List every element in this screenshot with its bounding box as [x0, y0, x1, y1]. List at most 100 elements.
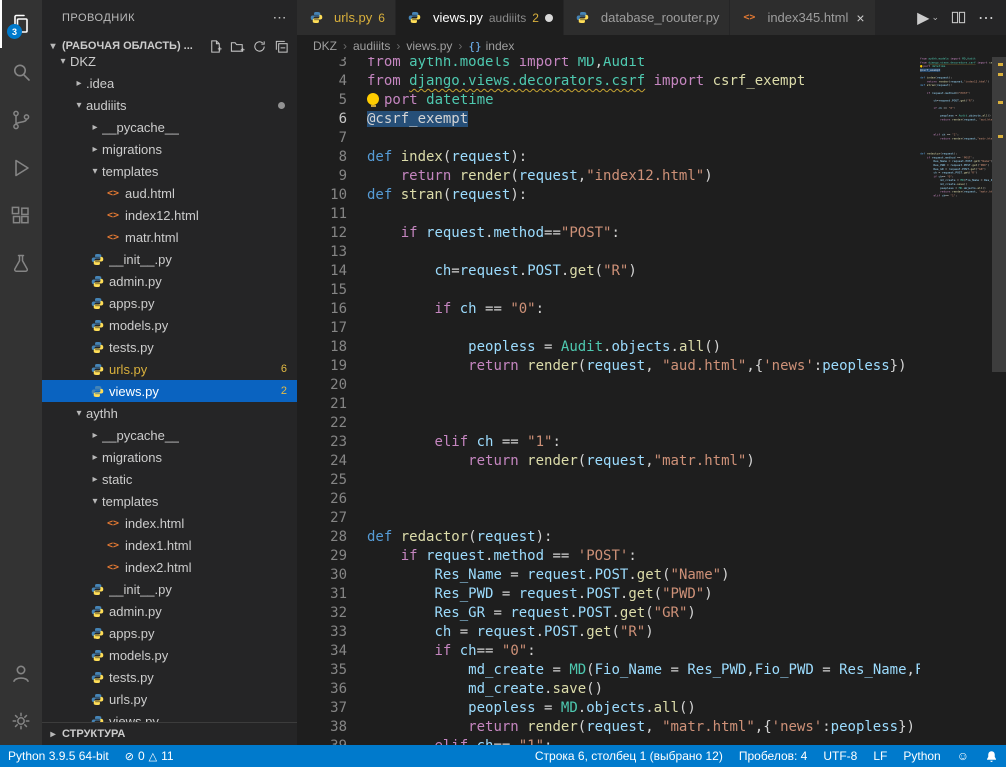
lightbulb-icon[interactable] [920, 65, 922, 67]
tree-item-__pycache__[interactable]: ▸__pycache__ [42, 116, 297, 138]
new-file-button[interactable] [208, 39, 223, 54]
activity-account[interactable] [0, 649, 42, 697]
tree-item-templates[interactable]: ▾templates [42, 490, 297, 512]
tree-item-index.html[interactable]: <>index.html [42, 512, 297, 534]
tree-item-index2.html[interactable]: <>index2.html [42, 556, 297, 578]
activity-settings[interactable] [0, 697, 42, 745]
tree-item-admin.py[interactable]: admin.py [42, 270, 297, 292]
status-python-interpreter[interactable]: Python 3.9.5 64-bit [0, 745, 117, 767]
collapse-folders-button[interactable] [274, 39, 289, 54]
code-line-29[interactable]: 29 if request.method == 'POST': [297, 547, 920, 566]
code-line-17[interactable]: 17 [297, 319, 920, 338]
status-notifications[interactable] [977, 745, 1006, 767]
tree-item-apps.py[interactable]: apps.py [42, 622, 297, 644]
activity-extensions[interactable] [0, 192, 42, 240]
tree-item-tests.py[interactable]: tests.py [42, 336, 297, 358]
lightbulb-icon[interactable] [367, 93, 379, 105]
code-line-3[interactable]: 3from aythh.models import MD,Audit [297, 57, 920, 72]
status-encoding[interactable]: UTF-8 [815, 745, 865, 767]
code-line-24[interactable]: 24 return render(request,"matr.html") [297, 452, 920, 471]
tree-item-__init__.py[interactable]: __init__.py [42, 248, 297, 270]
code-line-18[interactable]: 18 peopless = Audit.objects.all() [297, 338, 920, 357]
code-line-12[interactable]: 12 if request.method=="POST": [297, 224, 920, 243]
tab-urls.py[interactable]: urls.py6 [297, 0, 396, 35]
code-line-32[interactable]: 32 Res_GR = request.POST.get("GR") [297, 604, 920, 623]
activity-explorer[interactable]: 3 [0, 0, 42, 48]
activity-search[interactable] [0, 48, 42, 96]
code-line-38[interactable]: 38 return render(request, "matr.html",{'… [297, 718, 920, 737]
breadcrumb-item-index[interactable]: {}index [468, 39, 514, 53]
vertical-scrollbar[interactable] [992, 57, 1006, 745]
status-feedback[interactable]: ☺ [949, 745, 977, 767]
tree-item-.idea[interactable]: ▸.idea [42, 72, 297, 94]
tree-item-DKZ[interactable]: ▾DKZ [42, 57, 297, 72]
tree-item-apps.py[interactable]: apps.py [42, 292, 297, 314]
tree-item-index12.html[interactable]: <>index12.html [42, 204, 297, 226]
code-line-8[interactable]: 8def index(request): [297, 148, 920, 167]
tree-item-models.py[interactable]: models.py [42, 644, 297, 666]
tree-item-migrations[interactable]: ▸migrations [42, 138, 297, 160]
tree-item-templates[interactable]: ▾templates [42, 160, 297, 182]
close-icon[interactable]: × [854, 10, 864, 26]
breadcrumb-item-views.py[interactable]: views.py [406, 39, 452, 53]
code-line-33[interactable]: 33 ch = request.POST.get("R") [297, 623, 920, 642]
code-line-6[interactable]: 6@csrf_exempt [297, 110, 920, 129]
code-line-35[interactable]: 35 md_create = MD(Fio_Name = Res_PWD,Fio… [297, 661, 920, 680]
tree-item-views.py[interactable]: views.py2 [42, 380, 297, 402]
code-line-36[interactable]: 36 md_create.save() [297, 680, 920, 699]
views-and-more-actions-button[interactable]: ⋯ [273, 9, 288, 26]
tree-item-admin.py[interactable]: admin.py [42, 600, 297, 622]
activity-run-debug[interactable] [0, 144, 42, 192]
tree-item-__init__.py[interactable]: __init__.py [42, 578, 297, 600]
code-line-25[interactable]: 25 [297, 471, 920, 490]
breadcrumb-item-DKZ[interactable]: DKZ [313, 39, 337, 53]
tree-item-aud.html[interactable]: <>aud.html [42, 182, 297, 204]
split-editor-button[interactable] [951, 10, 966, 25]
code-line-9[interactable]: 9 return render(request,"index12.html") [297, 167, 920, 186]
code-line-22[interactable]: 22 [297, 414, 920, 433]
tree-item-aythh[interactable]: ▾aythh [42, 402, 297, 424]
code-line-10[interactable]: 10def stran(request): [297, 186, 920, 205]
status-problems[interactable]: ⊘0△11 [117, 745, 182, 767]
code-line-23[interactable]: 23 elif ch == "1": [297, 433, 920, 452]
status-indentation[interactable]: Пробелов: 4 [731, 745, 816, 767]
code-line-21[interactable]: 21 [297, 395, 920, 414]
tree-item-urls.py[interactable]: urls.py6 [42, 358, 297, 380]
code-line-5[interactable]: 5port datetime [297, 91, 920, 110]
tree-item-migrations[interactable]: ▸migrations [42, 446, 297, 468]
tree-item-matr.html[interactable]: <>matr.html [42, 226, 297, 248]
code-line-7[interactable]: 7 [297, 129, 920, 148]
tree-item-views.py[interactable]: views.py [42, 710, 297, 722]
refresh-button[interactable] [252, 39, 267, 54]
tab-database_roouter.py[interactable]: database_roouter.py [564, 0, 731, 35]
scrollbar-slider[interactable] [992, 57, 1006, 372]
tree-item-urls.py[interactable]: urls.py [42, 688, 297, 710]
code-editor[interactable]: 3from aythh.models import MD,Audit4from … [297, 57, 920, 745]
tree-item-models.py[interactable]: models.py [42, 314, 297, 336]
code-line-13[interactable]: 13 [297, 243, 920, 262]
code-line-31[interactable]: 31 Res_PWD = request.POST.get("PWD") [297, 585, 920, 604]
breadcrumb-item-audiiits[interactable]: audiiits [353, 39, 390, 53]
more-actions-button[interactable]: ⋯ [978, 8, 994, 28]
tab-index345.html[interactable]: <>index345.html× [730, 0, 875, 35]
code-line-14[interactable]: 14 ch=request.POST.get("R") [297, 262, 920, 281]
code-line-20[interactable]: 20 [297, 376, 920, 395]
code-line-28[interactable]: 28def redactor(request): [297, 528, 920, 547]
code-line-16[interactable]: 16 if ch == "0": [297, 300, 920, 319]
code-line-15[interactable]: 15 [297, 281, 920, 300]
outline-section-header[interactable]: ▸ СТРУКТУРА [42, 722, 297, 745]
tab-views.py[interactable]: views.pyaudiiits2 [396, 0, 564, 35]
tree-item-audiiits[interactable]: ▾audiiits [42, 94, 297, 116]
activity-source-control[interactable] [0, 96, 42, 144]
tree-item-static[interactable]: ▸static [42, 468, 297, 490]
status-eol[interactable]: LF [865, 745, 895, 767]
code-line-30[interactable]: 30 Res_Name = request.POST.get("Name") [297, 566, 920, 585]
code-line-34[interactable]: 34 if ch== "0": [297, 642, 920, 661]
tree-item-__pycache__[interactable]: ▸__pycache__ [42, 424, 297, 446]
status-language-mode[interactable]: Python [895, 745, 948, 767]
code-line-19[interactable]: 19 return render(request, "aud.html",{'n… [297, 357, 920, 376]
run-python-file-button[interactable]: ▶ ⌄ [917, 8, 939, 28]
tree-item-tests.py[interactable]: tests.py [42, 666, 297, 688]
tree-item-index1.html[interactable]: <>index1.html [42, 534, 297, 556]
new-folder-button[interactable] [230, 39, 245, 54]
